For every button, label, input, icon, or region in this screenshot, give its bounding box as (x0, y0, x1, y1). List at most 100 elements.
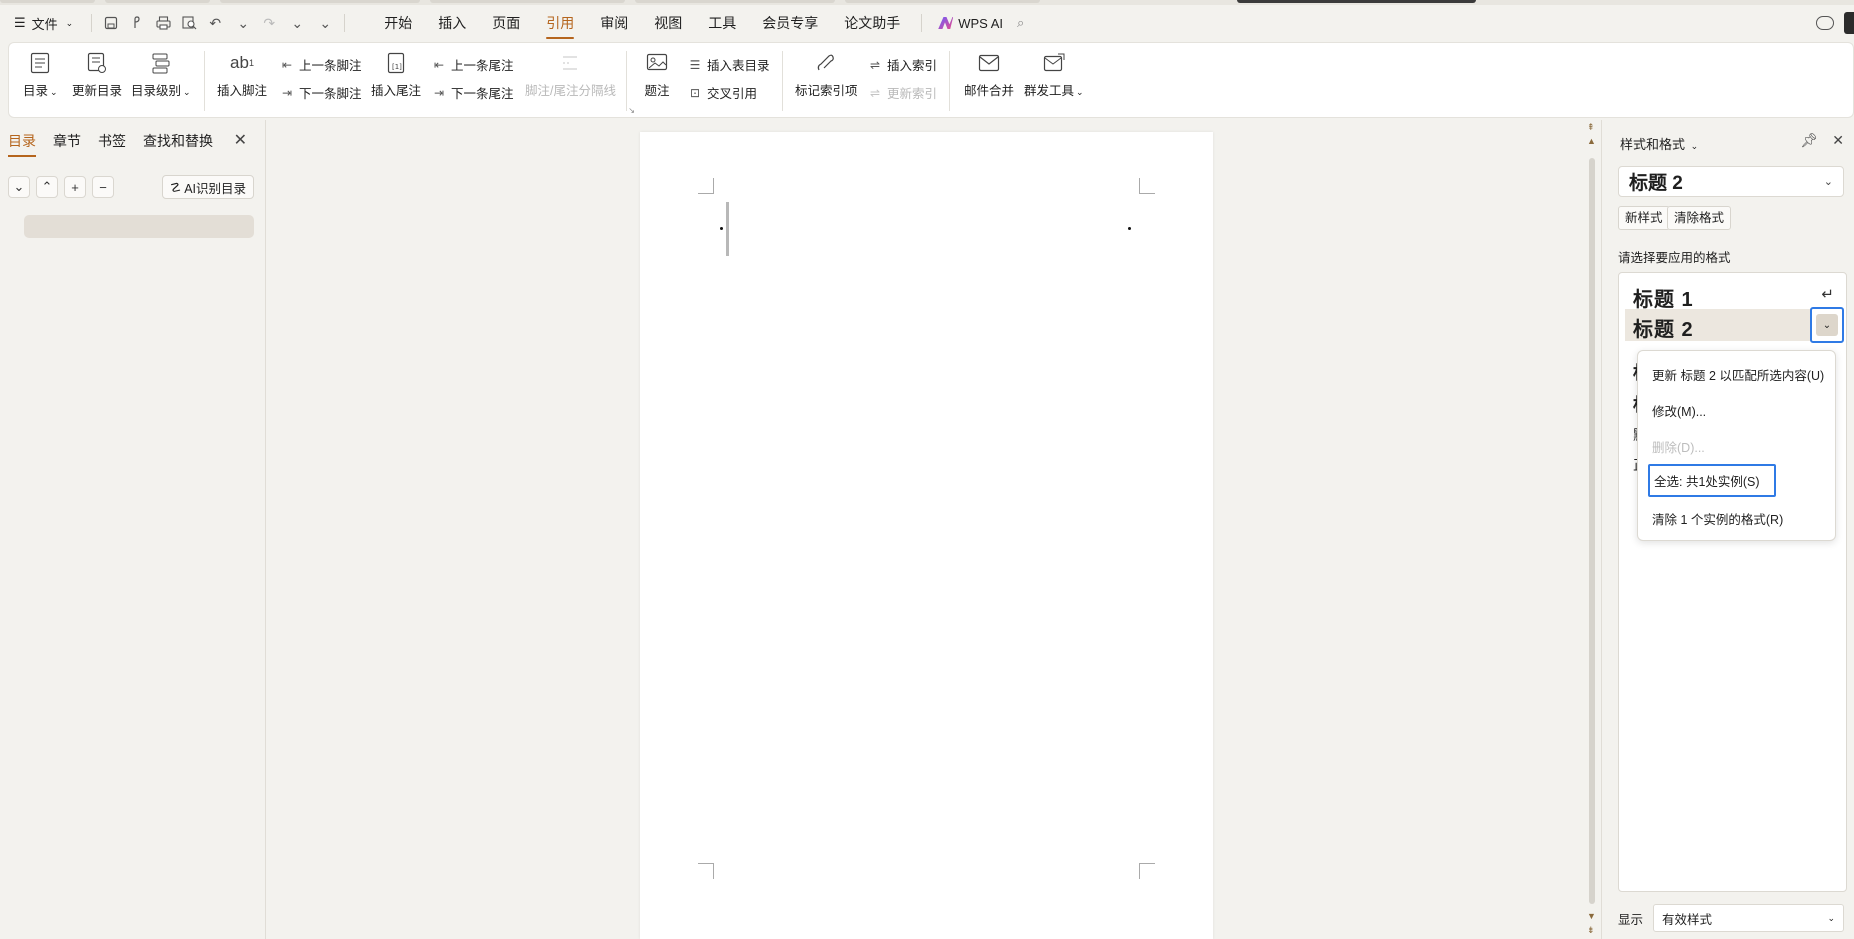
caption-button[interactable]: 题注 (643, 49, 671, 99)
cross-reference-button[interactable]: ⊡ 交叉引用 (687, 83, 757, 102)
quick-access-toolbar: ↶ ⌄ ↷ ⌄ ⌄ (100, 12, 336, 34)
toc-button[interactable]: 目录 ⌄ (23, 49, 58, 99)
style-item-heading-1[interactable]: 标题 1 (1633, 283, 1694, 312)
tab-review[interactable]: 审阅 (587, 5, 641, 41)
tab-references[interactable]: 引用 (533, 5, 587, 41)
file-menu[interactable]: ☰ 文件 ⌄ (0, 14, 83, 33)
window-tab[interactable] (0, 0, 95, 3)
window-tab[interactable] (635, 0, 835, 3)
styles-panel-title[interactable]: 样式和格式 ⌄ (1620, 134, 1698, 153)
tab-member[interactable]: 会员专享 (749, 5, 831, 41)
add-icon[interactable]: + (64, 176, 86, 198)
divider (626, 51, 627, 111)
print-icon[interactable] (152, 12, 174, 34)
search-icon[interactable]: ⌕ (1017, 15, 1024, 31)
next-endnote-button[interactable]: ⇥ 下一条尾注 (431, 83, 514, 102)
show-select[interactable]: 有效样式 ⌄ (1653, 904, 1845, 932)
margin-marker (698, 178, 714, 194)
chevron-down-icon: ⌄ (1827, 912, 1836, 923)
update-toc-button[interactable]: 更新目录 (72, 49, 122, 99)
note-separator-button: 脚注/尾注分隔线 (525, 49, 616, 99)
modify-style-item[interactable]: 修改(M)... (1652, 401, 1706, 420)
prev-endnote-label: 上一条尾注 (451, 59, 514, 73)
current-style-value: 标题 2 (1629, 173, 1683, 194)
new-style-button[interactable]: 新样式 (1618, 206, 1670, 230)
next-endnote-label: 下一条尾注 (451, 87, 514, 101)
panel-actions: 📌︎ ✕ (1800, 132, 1844, 149)
close-icon[interactable]: ✕ (1832, 132, 1844, 149)
undo-icon[interactable]: ↶ (204, 12, 226, 34)
document-page[interactable] (640, 132, 1213, 939)
close-icon[interactable]: ✕ (234, 130, 247, 150)
show-value: 有效样式 (1662, 912, 1713, 927)
collapse-icon[interactable]: ⌃ (36, 176, 58, 198)
mark-index-button[interactable]: 标记索引项 (795, 49, 858, 99)
window-tab-active[interactable] (1237, 0, 1476, 3)
style-dropdown-button[interactable]: ⌄ (1810, 307, 1844, 343)
tab-home[interactable]: 开始 (371, 5, 425, 41)
window-tab[interactable] (105, 0, 210, 3)
insert-footnote-button[interactable]: ab 1 插入脚注 (217, 49, 267, 99)
window-tab[interactable] (845, 0, 1040, 3)
mass-send-button[interactable]: 群发工具 ⌄ (1024, 49, 1084, 99)
prev-endnote-button[interactable]: ⇤ 上一条尾注 (431, 55, 514, 74)
toc-placeholder-item[interactable] (24, 215, 254, 238)
show-filter: 显示 有效样式 ⌄ (1618, 904, 1845, 932)
toc-level-button[interactable]: 目录级别 ⌄ (131, 49, 191, 99)
svg-text:[1]: [1] (392, 63, 402, 71)
endnote-icon: [1] (382, 49, 410, 77)
customize-toolbar-icon[interactable]: ⌄ (314, 12, 336, 34)
insert-index-button[interactable]: ⇌ 插入索引 (867, 55, 937, 74)
next-footnote-button[interactable]: ⇥ 下一条脚注 (279, 83, 362, 102)
caption-icon (643, 49, 671, 77)
tab-toc[interactable]: 目录 (8, 123, 36, 159)
style-item-heading-2[interactable]: 标题 2 (1625, 309, 1811, 341)
tab-bookmarks[interactable]: 书签 (98, 123, 126, 159)
vertical-scrollbar[interactable]: ⇞ ▲ ▼ ⇟ (1586, 122, 1600, 939)
select-all-instances-item[interactable]: 全选: 共1处实例(S) (1648, 464, 1776, 497)
dialog-launcher-icon[interactable]: ↘ (628, 106, 635, 115)
expand-icon[interactable]: ⌄ (8, 176, 30, 198)
mail-merge-button[interactable]: 邮件合并 (964, 49, 1014, 99)
cross-reference-icon: ⊡ (689, 85, 701, 100)
insert-table-toc-button[interactable]: ☰ 插入表目录 (687, 55, 770, 74)
undo-dropdown-icon[interactable]: ⌄ (232, 12, 254, 34)
scroll-up-arrow-icon[interactable]: ▲ (1587, 136, 1596, 146)
prev-endnote-icon: ⇤ (433, 57, 445, 72)
current-style-select[interactable]: 标题 2 ⌄ (1618, 166, 1844, 197)
prev-footnote-button[interactable]: ⇤ 上一条脚注 (279, 55, 362, 74)
tab-page[interactable]: 页面 (479, 5, 533, 41)
clear-instances-format-item[interactable]: 清除 1 个实例的格式(R) (1652, 509, 1783, 528)
navigation-tabs: 目录 章节 书签 查找和替换 ✕ (0, 120, 265, 162)
wps-ai-button[interactable]: WPS AI (938, 16, 1003, 31)
main-menu-tabs: 开始 插入 页面 引用 审阅 视图 工具 会员专享 论文助手 (371, 5, 913, 41)
pin-icon[interactable]: 📌︎ (1800, 132, 1818, 149)
tab-find-replace[interactable]: 查找和替换 (143, 123, 213, 159)
remove-icon[interactable]: − (92, 176, 114, 198)
print-preview-icon[interactable] (178, 12, 200, 34)
tab-insert[interactable]: 插入 (425, 5, 479, 41)
scroll-down-icon[interactable]: ⇟ (1587, 925, 1595, 936)
insert-endnote-button[interactable]: [1] 插入尾注 (371, 49, 421, 99)
clear-format-button[interactable]: 清除格式 (1667, 206, 1732, 230)
tab-paper-assistant[interactable]: 论文助手 (831, 5, 913, 41)
window-tab[interactable] (430, 0, 625, 3)
save-icon[interactable] (100, 12, 122, 34)
tab-chapters[interactable]: 章节 (53, 123, 81, 159)
side-handle[interactable] (1844, 12, 1854, 34)
scroll-up-icon[interactable]: ⇞ (1587, 122, 1595, 133)
insert-index-label: 插入索引 (887, 59, 938, 73)
update-style-item[interactable]: 更新 标题 2 以匹配所选内容(U) (1652, 365, 1824, 384)
tab-view[interactable]: 视图 (641, 5, 695, 41)
window-tab[interactable] (220, 0, 420, 3)
file-menu-label: 文件 (31, 16, 58, 32)
scroll-down-arrow-icon[interactable]: ▼ (1587, 911, 1596, 921)
mail-icon (975, 49, 1003, 77)
chevron-down-icon: ⌄ (50, 87, 58, 97)
tab-tools[interactable]: 工具 (695, 5, 749, 41)
ai-recognize-toc-button[interactable]: ☡ AI识别目录 (162, 175, 255, 199)
scroll-thumb[interactable] (1589, 158, 1595, 904)
cloud-sync-icon[interactable] (1816, 16, 1834, 30)
ai-icon: ☡ (170, 180, 182, 195)
pdf-export-icon[interactable] (126, 12, 148, 34)
